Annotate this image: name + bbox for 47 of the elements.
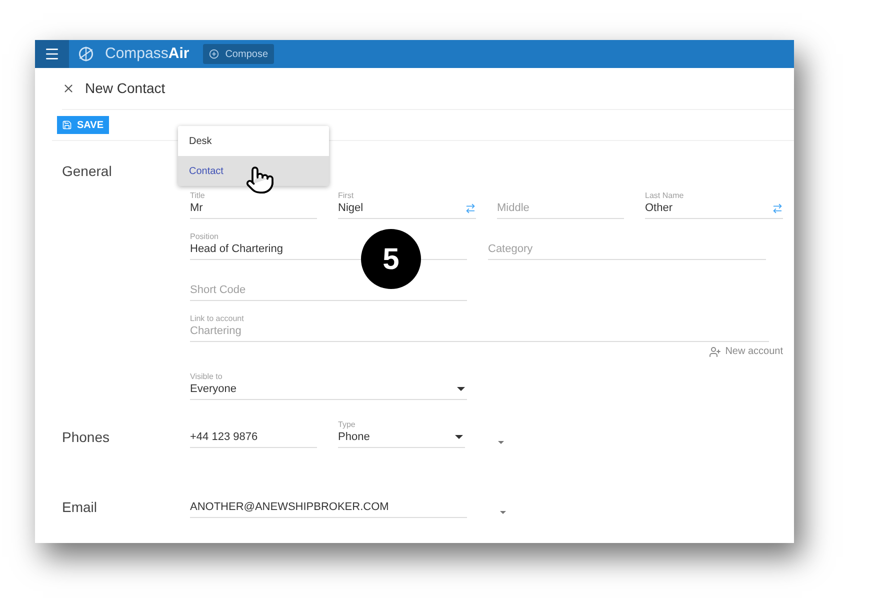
save-icon xyxy=(62,120,72,130)
add-person-icon xyxy=(709,346,722,358)
section-title: General xyxy=(61,162,113,181)
close-icon[interactable] xyxy=(62,82,75,95)
compose-button[interactable]: Compose xyxy=(203,44,274,64)
field-value: Head of Chartering xyxy=(190,242,284,256)
field-value: ANOTHER@ANEWSHIPBROKER.COM xyxy=(190,500,390,514)
dropdown-caret-icon[interactable] xyxy=(455,435,463,439)
menu-button[interactable] xyxy=(35,40,69,68)
menu-icon xyxy=(44,46,60,62)
form-field[interactable]: +44 123 9876 xyxy=(190,420,317,448)
select-value: Phone xyxy=(338,430,370,444)
step-number-badge: 5 xyxy=(361,229,421,289)
field-label: Title xyxy=(190,191,206,201)
swap-icon[interactable] xyxy=(772,202,783,214)
menu-item[interactable]: Desk xyxy=(178,126,329,156)
plus-circle-icon xyxy=(209,49,220,59)
field-label: Link to account xyxy=(190,314,245,324)
form-field[interactable]: Visible to Everyone xyxy=(190,372,467,400)
section-title: Email xyxy=(61,498,98,517)
menu-item[interactable]: Contact xyxy=(178,156,329,186)
form-field[interactable]: Type Phone xyxy=(338,420,465,448)
field-label: Last Name xyxy=(645,191,685,201)
field-value: Nigel xyxy=(338,201,364,215)
form-field[interactable]: Last Name Other xyxy=(645,191,783,219)
form-field[interactable]: Category xyxy=(488,232,766,260)
input-field[interactable]: Chartering xyxy=(190,324,769,338)
compass-logo-icon xyxy=(77,45,95,63)
field-value: Other xyxy=(645,201,673,215)
form-field[interactable]: First Nigel xyxy=(338,191,476,219)
field-value: Mr xyxy=(190,201,204,215)
swap-icon[interactable] xyxy=(465,202,476,214)
field-label: Visible to xyxy=(190,372,224,382)
input-field[interactable]: Category xyxy=(488,242,766,256)
dropdown-caret-icon[interactable] xyxy=(457,387,465,391)
new-account-link[interactable]: New account xyxy=(709,344,783,359)
dialog-title: New Contact xyxy=(85,79,166,98)
field-label: First xyxy=(338,191,355,201)
select-value: Everyone xyxy=(190,382,236,396)
brand-name: CompassAir xyxy=(105,44,190,64)
field-label: Position xyxy=(190,232,220,242)
form-field[interactable]: Middle xyxy=(497,191,624,219)
section-title: Phones xyxy=(61,428,110,447)
field-label: Type xyxy=(338,420,356,430)
form-field[interactable]: ANOTHER@ANEWSHIPBROKER.COM xyxy=(190,490,467,518)
input-field[interactable]: Middle xyxy=(497,201,624,215)
field-value: +44 123 9876 xyxy=(190,430,259,444)
